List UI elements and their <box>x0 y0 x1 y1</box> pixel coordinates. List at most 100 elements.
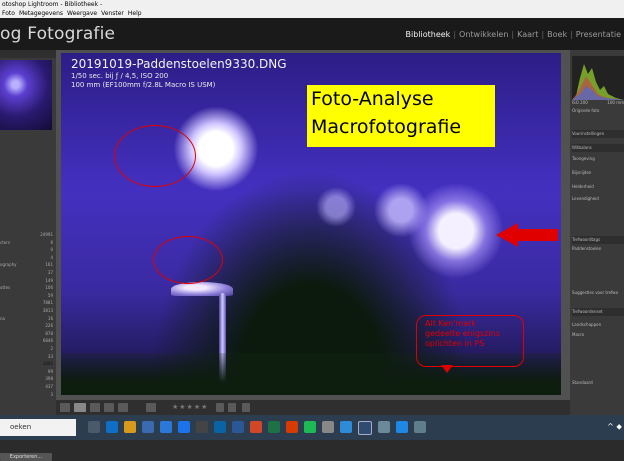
panel-row[interactable]: Suggesties voor trefwo <box>572 290 624 295</box>
app-icon[interactable] <box>340 421 352 433</box>
loupe-view-icon[interactable] <box>74 403 86 412</box>
excel-icon[interactable] <box>268 421 280 433</box>
export-button[interactable]: Exporteren... <box>0 453 52 461</box>
module-boek[interactable]: Boek <box>544 30 570 39</box>
skype-icon[interactable] <box>160 421 172 433</box>
rating-stars[interactable]: ★★★★★ <box>172 403 208 411</box>
panel-row[interactable]: Voorinstellingen <box>572 130 624 138</box>
catalog-row-count: 6 <box>50 240 53 245</box>
panel-row[interactable]: Bijsnijden <box>572 170 624 175</box>
taskbar-search-input[interactable]: oeken <box>0 419 76 436</box>
left-panel: 24991ctors604ography16137149ottes1065978… <box>0 50 56 415</box>
catalog-row-count: 1092 <box>43 361 53 366</box>
lightroom-icon[interactable] <box>358 421 372 435</box>
identity-bar: og Fotografie Bibliotheek | Ontwikkelen … <box>0 18 624 50</box>
module-kaart[interactable]: Kaart <box>514 30 541 39</box>
powerpoint-icon[interactable] <box>250 421 262 433</box>
catalog-row[interactable]: ography 161 <box>0 262 56 267</box>
task-view-icon[interactable] <box>88 421 100 433</box>
panel-row[interactable]: Landschappen <box>572 322 624 327</box>
app-icon[interactable] <box>396 421 408 433</box>
catalog-row-count: 398 <box>45 376 53 381</box>
right-panel: ISO 200 100 mm Originele foto Voorinstel… <box>570 50 624 415</box>
panel-row[interactable]: Paddenstoelen <box>572 246 624 251</box>
navigator-header[interactable] <box>0 50 56 58</box>
catalog-row-count: 33 <box>48 354 53 359</box>
annotation-bubble: Alt Ken'mark gedeelte enigszins oplichte… <box>416 315 524 367</box>
flag-icon[interactable] <box>146 403 156 412</box>
module-bibliotheek[interactable]: Bibliotheek <box>403 30 454 39</box>
panel-row[interactable]: Levendigheid <box>572 196 624 201</box>
menu-bar: Foto Metagegevens Weergave Venster Help <box>2 10 142 17</box>
catalog-row-count: 437 <box>45 384 53 389</box>
menu-help[interactable]: Help <box>128 10 142 17</box>
analysis-title-box: Foto-Analyse Macrofotografie <box>307 85 495 147</box>
histogram <box>572 56 624 100</box>
app-icon[interactable] <box>414 421 426 433</box>
app-icon[interactable] <box>378 421 390 433</box>
menu-metagegevens[interactable]: Metagegevens <box>19 10 63 17</box>
catalog-row-count: 2 <box>50 346 53 351</box>
taskbar-apps <box>88 421 426 435</box>
grid-view-icon[interactable] <box>60 403 70 412</box>
store-icon[interactable] <box>142 421 154 433</box>
menu-venster[interactable]: Venster <box>101 10 124 17</box>
loupe-view: 20191019-Paddenstoelen9330.DNG 1/50 sec.… <box>56 50 570 400</box>
window-title: otoshop Lightroom - Bibliotheek - <box>2 1 102 8</box>
title-bar: otoshop Lightroom - Bibliotheek - Foto M… <box>0 0 624 18</box>
word-icon[interactable] <box>232 421 244 433</box>
module-presentatie[interactable]: Presentatie <box>573 30 624 39</box>
catalog-row-count: 3813 <box>43 308 53 313</box>
panel-row[interactable]: Helderheid <box>572 184 624 189</box>
panel-row[interactable]: Witbalans <box>572 144 624 152</box>
app-icon[interactable] <box>196 421 208 433</box>
module-ontwikkelen[interactable]: Ontwikkelen <box>456 30 511 39</box>
panel-row[interactable]: Trefwoordenset <box>572 308 624 316</box>
catalog-row[interactable]: ottes106 <box>0 285 56 290</box>
rotate-left-icon[interactable] <box>216 403 224 412</box>
analysis-title-line1: Foto-Analyse <box>311 85 495 113</box>
survey-view-icon[interactable] <box>104 403 114 412</box>
drive-icon[interactable] <box>178 421 190 433</box>
edge-icon[interactable] <box>106 421 118 433</box>
catalog-row-label: ography <box>0 262 17 267</box>
catalog-row-count: 149 <box>45 278 53 283</box>
annotation-line2: gedeelte enigszins <box>425 329 515 339</box>
catalog-row-count: 24991 <box>40 232 53 237</box>
annotation-bubble-tail <box>441 365 453 373</box>
catalog-row-count: 59 <box>48 293 53 298</box>
catalog-row-count: 0 <box>50 247 53 252</box>
menu-weergave[interactable]: Weergave <box>67 10 97 17</box>
photo-filename: 20191019-Paddenstoelen9330.DNG <box>71 57 287 71</box>
menu-foto[interactable]: Foto <box>2 10 15 17</box>
painter-icon[interactable] <box>242 403 250 412</box>
catalog-row[interactable]: ctors6 <box>0 240 56 245</box>
rotate-right-icon[interactable] <box>228 403 236 412</box>
system-tray[interactable]: ^ ⬥ <box>607 422 622 432</box>
spotify-icon[interactable] <box>304 421 316 433</box>
panel-row[interactable]: Toongeving <box>572 156 624 161</box>
original-photo-checkbox[interactable]: Originele foto <box>572 108 624 113</box>
outlook-icon[interactable] <box>214 421 226 433</box>
catalog-row[interactable]: na16 <box>0 316 56 321</box>
app-icon[interactable] <box>322 421 334 433</box>
office-icon[interactable] <box>286 421 298 433</box>
photo-image: 20191019-Paddenstoelen9330.DNG 1/50 sec.… <box>61 53 561 395</box>
catalog-row-count: 4 <box>50 255 53 260</box>
library-toolbar: ★★★★★ <box>56 400 570 415</box>
compare-view-icon[interactable] <box>90 403 100 412</box>
catalog-row-count: 99 <box>48 369 53 374</box>
catalog-row-count: 37 <box>48 270 53 275</box>
navigator-preview[interactable] <box>0 60 52 130</box>
photo-exposure: 1/50 sec. bij ƒ / 4,5, ISO 200 <box>71 72 215 81</box>
people-view-icon[interactable] <box>118 403 128 412</box>
panel-row[interactable]: Trefwoordtags <box>572 236 624 244</box>
explorer-icon[interactable] <box>124 421 136 433</box>
catalog-row-count: 161 <box>45 262 53 267</box>
panel-row[interactable]: Macro <box>572 332 624 337</box>
catalog-row-count: 3 <box>50 392 53 397</box>
catalog-row-label: ottes <box>0 285 10 290</box>
panel-row[interactable]: Standaard <box>572 380 624 385</box>
module-picker: Bibliotheek | Ontwikkelen | Kaart | Boek… <box>403 30 624 39</box>
histogram-graph <box>572 56 624 100</box>
